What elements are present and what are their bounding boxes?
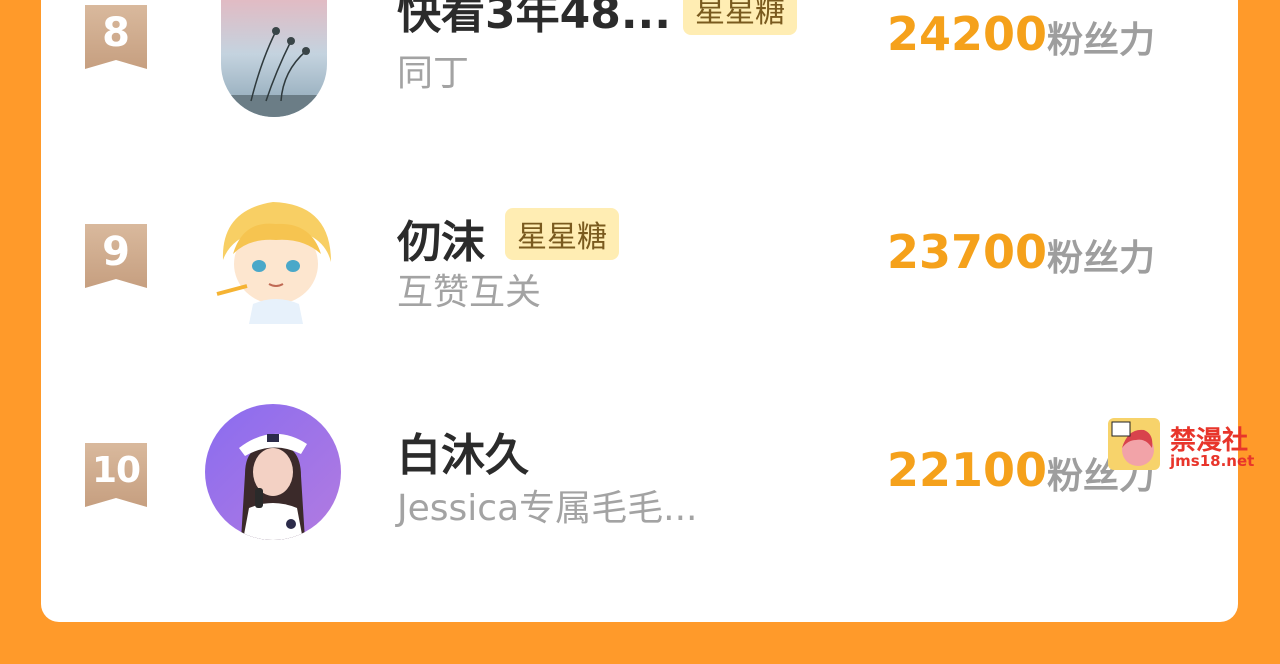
user-name[interactable]: 白沐久 bbox=[397, 419, 529, 483]
avatar-image bbox=[221, 0, 327, 117]
watermark-url: jms18.net bbox=[1170, 452, 1255, 470]
rank-ribbon: 10 bbox=[85, 443, 147, 507]
user-name[interactable]: 仞沫 bbox=[397, 206, 485, 270]
user-subtitle: Jessica专属毛毛... bbox=[397, 488, 698, 529]
leaderboard-row[interactable]: 10 白沐久 Jessica专属毛毛... 22100 粉丝力 bbox=[41, 387, 1238, 540]
watermark-logo-icon bbox=[1108, 418, 1160, 470]
fan-power-score: 22100 bbox=[887, 443, 1048, 497]
avatar-image bbox=[205, 404, 341, 540]
user-subtitle: 同丁 bbox=[397, 53, 470, 94]
leaderboard-row[interactable]: 8 快看3年48... 星星糖 同丁 24200 粉丝力 bbox=[41, 0, 1238, 117]
rank-number: 10 bbox=[91, 450, 141, 491]
rank-ribbon: 9 bbox=[85, 224, 147, 288]
leaderboard-card: 8 快看3年48... 星星糖 同丁 24200 粉丝力 9 仞沫 星星糖 互赞… bbox=[41, 0, 1238, 622]
rank-ribbon: 8 bbox=[85, 5, 147, 69]
rank-number: 9 bbox=[102, 229, 130, 275]
fan-power-label: 粉丝力 bbox=[1047, 238, 1156, 279]
avatar[interactable] bbox=[213, 190, 339, 324]
avatar[interactable] bbox=[221, 0, 327, 117]
avatar-image bbox=[213, 190, 339, 324]
fan-power-label: 粉丝力 bbox=[1047, 20, 1156, 61]
fan-power-score: 24200 bbox=[887, 7, 1048, 61]
avatar[interactable] bbox=[205, 404, 341, 540]
leaderboard-row[interactable]: 9 仞沫 星星糖 互赞互关 23700 粉丝力 bbox=[41, 170, 1238, 324]
fan-power-score: 23700 bbox=[887, 225, 1048, 279]
watermark: 禁漫社 jms18.net bbox=[1108, 418, 1258, 473]
user-subtitle: 互赞互关 bbox=[397, 272, 542, 313]
user-name[interactable]: 快看3年48... bbox=[397, 0, 671, 41]
rank-number: 8 bbox=[102, 10, 130, 56]
tag-badge: 星星糖 bbox=[505, 208, 619, 260]
tag-badge: 星星糖 bbox=[683, 0, 797, 35]
